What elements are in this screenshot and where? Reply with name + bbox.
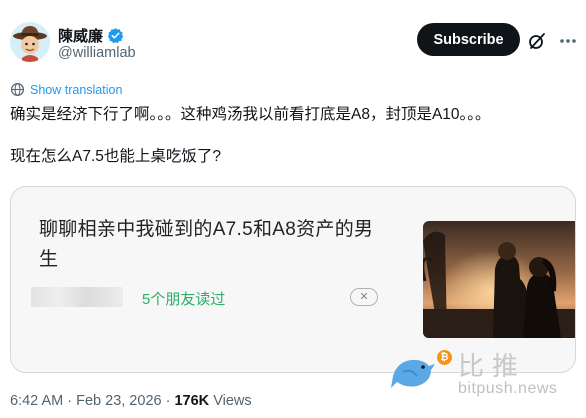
- couple-sunset-image[interactable]: [423, 221, 575, 338]
- author-handle[interactable]: @williamlab: [58, 45, 136, 61]
- avatar[interactable]: [10, 22, 50, 62]
- verified-badge-icon: [107, 28, 124, 44]
- subscribe-button[interactable]: Subscribe: [417, 23, 520, 56]
- author-name[interactable]: 陳威廉: [58, 25, 103, 46]
- card-title[interactable]: 聊聊相亲中我碰到的A7.5和A8资产的男生: [39, 215, 389, 275]
- globe-icon: [10, 82, 25, 97]
- watermark-url: bitpush.news: [458, 380, 558, 397]
- close-icon[interactable]: ✕: [350, 288, 378, 306]
- watermark-brand: 比推: [458, 352, 527, 382]
- blurred-friend-avatars: [31, 287, 123, 307]
- tweet-meta: 6:42 AM · Feb 23, 2026 · 176K Views: [10, 393, 252, 409]
- cowboy-avatar-icon: [10, 22, 50, 62]
- tweet-date[interactable]: Feb 23, 2026: [76, 393, 161, 409]
- article-link-card[interactable]: 聊聊相亲中我碰到的A7.5和A8资产的男生 5个朋友读过 ✕: [10, 186, 576, 373]
- views-count: 176K: [174, 393, 210, 409]
- tweet-time[interactable]: 6:42 AM: [10, 393, 63, 409]
- views-label: Views: [213, 393, 252, 409]
- bitcoin-icon: ₿: [437, 350, 452, 365]
- tweet-text: 确实是经济下行了啊。。。这种鸡汤我以前看打底是A8，封顶是A10。。。 现在怎么…: [10, 106, 491, 165]
- author-name-row: 陳威廉: [58, 25, 124, 46]
- grok-icon[interactable]: [527, 31, 547, 51]
- show-translation-link[interactable]: Show translation: [10, 82, 122, 97]
- bitpush-bird-logo: [389, 348, 437, 392]
- show-translation-label[interactable]: Show translation: [30, 83, 122, 97]
- more-options-icon[interactable]: [556, 31, 580, 51]
- card-friends-read: 5个朋友读过: [142, 291, 226, 308]
